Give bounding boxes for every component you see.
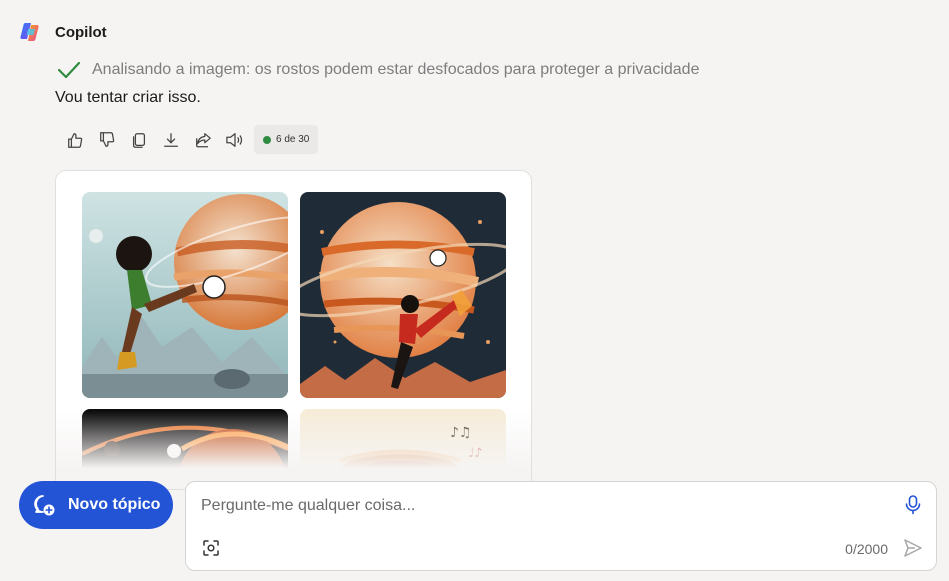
send-icon [904,539,922,557]
voice-input-button[interactable] [904,494,922,521]
image-upload-button[interactable] [202,539,220,562]
copilot-logo-icon [20,23,39,41]
turn-counter: 6 de 30 [254,125,319,154]
character-count: 0/2000 [845,541,888,557]
share-button[interactable] [187,126,219,154]
new-chat-icon [34,495,55,516]
thumbs-up-icon [68,132,83,148]
message-actions: 6 de 30 [59,125,319,154]
reply-text: Vou tentar criar isso. [55,89,201,106]
chat-input[interactable] [201,494,891,518]
analysis-status: Analisando a imagem: os rostos podem est… [57,60,699,80]
like-button[interactable] [59,126,91,154]
image-results-card: ♪♫ ♩♪ ♫ [55,170,532,490]
thumbs-down-icon [100,131,115,147]
scroll-fade [56,411,531,489]
new-topic-label: Novo tópico [68,496,161,513]
bot-name: Copilot [55,23,107,41]
generated-image-2[interactable] [300,192,506,398]
download-button[interactable] [155,126,187,154]
checkmark-icon [57,61,81,79]
status-dot-icon [263,135,271,144]
dislike-button[interactable] [91,126,123,154]
chat-composer: 0/2000 [185,481,937,571]
status-text: Analisando a imagem: os rostos podem est… [92,61,700,78]
bot-header: Copilot [19,20,107,44]
generated-image-1[interactable] [82,192,288,398]
visual-search-icon [203,540,219,556]
copy-icon [132,132,146,148]
speaker-icon [226,132,243,147]
download-icon [164,132,178,147]
share-icon [196,132,211,147]
copy-button[interactable] [123,126,155,154]
counter-text: 6 de 30 [276,134,310,145]
microphone-icon [905,495,921,515]
read-aloud-button[interactable] [219,126,251,154]
new-topic-button[interactable]: Novo tópico [19,481,173,529]
send-button[interactable] [903,538,923,563]
